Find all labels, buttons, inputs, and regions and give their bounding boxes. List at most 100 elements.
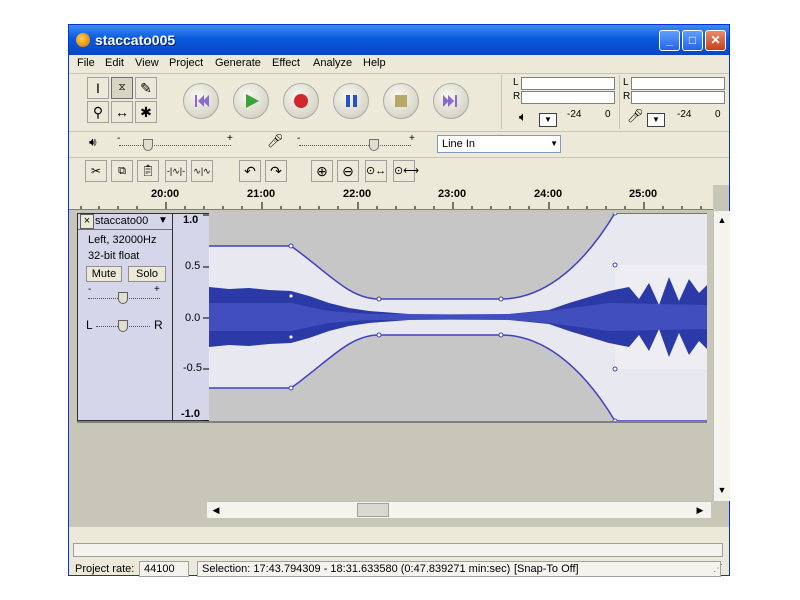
skip-start-icon: [195, 95, 209, 107]
play-button[interactable]: [233, 83, 269, 119]
fit-project-icon[interactable]: ⊙⟷: [393, 160, 419, 182]
scroll-left-icon[interactable]: ◀: [209, 503, 223, 517]
gain-plus-label: +: [154, 284, 160, 295]
zoom-in-icon[interactable]: ⊕: [311, 160, 333, 182]
waveform-display[interactable]: [209, 213, 707, 421]
record-meter-right[interactable]: [631, 91, 725, 104]
play-icon: [246, 94, 259, 108]
undo-icon[interactable]: ↶: [239, 160, 261, 182]
skip-to-start-button[interactable]: [183, 83, 219, 119]
pan-left-label: L: [86, 318, 93, 332]
playback-meter-menu-button[interactable]: ▼: [539, 113, 557, 127]
record-button[interactable]: [283, 83, 319, 119]
menu-project[interactable]: Project: [169, 57, 203, 69]
maximize-button[interactable]: □: [682, 30, 703, 51]
menu-view[interactable]: View: [135, 57, 159, 69]
scale-ticks: [203, 214, 209, 422]
meter-divider-2: [619, 75, 620, 129]
amplitude-scale: 1.0 0.5 0.0 -0.5 -1.0: [173, 213, 209, 422]
pan-slider-thumb[interactable]: [118, 320, 128, 332]
rec-meter-db-label-24: -24: [677, 109, 692, 120]
menu-generate[interactable]: Generate: [215, 57, 261, 69]
mute-button[interactable]: Mute: [86, 266, 122, 282]
project-rate-input[interactable]: 44100: [139, 561, 189, 577]
track-name-menu[interactable]: staccato00: [95, 215, 148, 227]
menu-edit[interactable]: Edit: [105, 57, 124, 69]
toolbars: I ⧖ ✎ ⚲ ↔ ✱ L R 🔈︎ ▼ -24 0 L R 🎤︎ ▼ -24 …: [69, 73, 729, 185]
silence-icon[interactable]: ∿|∿: [191, 160, 213, 182]
ruler-ticks: [80, 202, 702, 209]
minimize-button[interactable]: _: [659, 30, 680, 51]
output-slider-minus: -: [117, 133, 121, 144]
track-area: 20:00 21:00 22:00 23:00 24:00 25:00 × st…: [69, 185, 730, 527]
app-window: staccato005 _ □ ✕ File Edit View Project…: [68, 24, 730, 577]
fit-selection-icon[interactable]: ⊙↔: [365, 160, 387, 182]
resize-grip-icon[interactable]: ⋰: [713, 563, 723, 574]
menu-file[interactable]: File: [77, 57, 95, 69]
draw-tool-icon[interactable]: ✎: [135, 77, 157, 99]
record-icon: [294, 94, 308, 108]
title-bar[interactable]: staccato005 _ □ ✕: [69, 25, 729, 55]
input-volume-slider[interactable]: [299, 145, 411, 147]
pause-icon: [346, 95, 357, 107]
vertical-scrollbar[interactable]: ▲ ▼: [713, 211, 730, 501]
time-shift-tool-icon[interactable]: ↔: [111, 101, 133, 123]
menu-bar: File Edit View Project Generate Effect A…: [69, 55, 729, 73]
scroll-up-icon[interactable]: ▲: [715, 213, 729, 227]
zoom-tool-icon[interactable]: ⚲: [87, 101, 109, 123]
speaker-icon: 🔈︎: [519, 109, 527, 124]
menu-analyze[interactable]: Analyze: [313, 57, 352, 69]
close-window-button[interactable]: ✕: [705, 30, 726, 51]
multi-tool-icon[interactable]: ✱: [135, 101, 157, 123]
input-volume-mic-icon: 🎤︎: [267, 133, 284, 148]
paste-icon[interactable]: 📋︎: [137, 160, 159, 182]
project-rate-value: 44100: [144, 563, 175, 575]
scroll-down-icon[interactable]: ▼: [715, 483, 729, 497]
copy-icon[interactable]: ⧉: [111, 160, 133, 182]
input-slider-plus: +: [409, 133, 415, 144]
input-slider-minus: -: [297, 133, 301, 144]
input-source-select[interactable]: Line In ▼: [437, 135, 561, 153]
meter-right-label: R: [513, 91, 521, 102]
timeline-ruler[interactable]: 20:00 21:00 22:00 23:00 24:00 25:00: [69, 185, 713, 210]
solo-button[interactable]: Solo: [128, 266, 166, 282]
horizontal-scrollbar[interactable]: ◀ ▶: [207, 501, 711, 518]
selection-tool-icon[interactable]: I: [87, 77, 109, 99]
skip-to-end-button[interactable]: [433, 83, 469, 119]
output-volume-thumb[interactable]: [143, 139, 153, 151]
audacity-app-icon: [76, 33, 90, 47]
trim-icon[interactable]: -|∿|-: [165, 160, 187, 182]
track-control-panel: × staccato00 ▼ Left, 32000Hz 32-bit floa…: [77, 213, 173, 421]
stop-icon: [395, 95, 407, 107]
scroll-right-icon[interactable]: ▶: [693, 503, 707, 517]
output-volume-slider[interactable]: [119, 145, 231, 147]
input-volume-thumb[interactable]: [369, 139, 379, 151]
output-slider-plus: +: [227, 133, 233, 144]
playback-meter-left[interactable]: [521, 77, 615, 90]
redo-icon[interactable]: ↷: [265, 160, 287, 182]
stop-button[interactable]: [383, 83, 419, 119]
skip-end-icon: [443, 95, 457, 107]
pan-right-label: R: [154, 318, 163, 332]
menu-help[interactable]: Help: [363, 57, 386, 69]
window-title: staccato005: [95, 32, 176, 48]
zoom-out-icon[interactable]: ⊖: [337, 160, 359, 182]
gain-minus-label: -: [88, 284, 92, 295]
track-close-button[interactable]: ×: [80, 214, 94, 229]
record-meter-left[interactable]: [631, 77, 725, 90]
envelope-tool-icon[interactable]: ⧖: [111, 77, 133, 99]
playback-meter-right[interactable]: [521, 91, 615, 104]
cut-icon[interactable]: ✂: [85, 160, 107, 182]
input-source-value: Line In: [442, 138, 476, 150]
track-format-info: 32-bit float: [88, 250, 140, 262]
rec-meter-right-label: R: [623, 91, 631, 102]
record-meter-menu-button[interactable]: ▼: [647, 113, 665, 127]
track-menu-chevron-icon[interactable]: ▼: [158, 215, 168, 226]
horizontal-scroll-thumb[interactable]: [357, 503, 389, 517]
gain-slider-thumb[interactable]: [118, 292, 128, 304]
track-header: × staccato00 ▼: [78, 214, 172, 230]
selection-status-field: Selection: 17:43.794309 - 18:31.633580 (…: [197, 561, 721, 577]
menu-effect[interactable]: Effect: [272, 57, 300, 69]
track-bottom-border: [77, 421, 707, 423]
pause-button[interactable]: [333, 83, 369, 119]
